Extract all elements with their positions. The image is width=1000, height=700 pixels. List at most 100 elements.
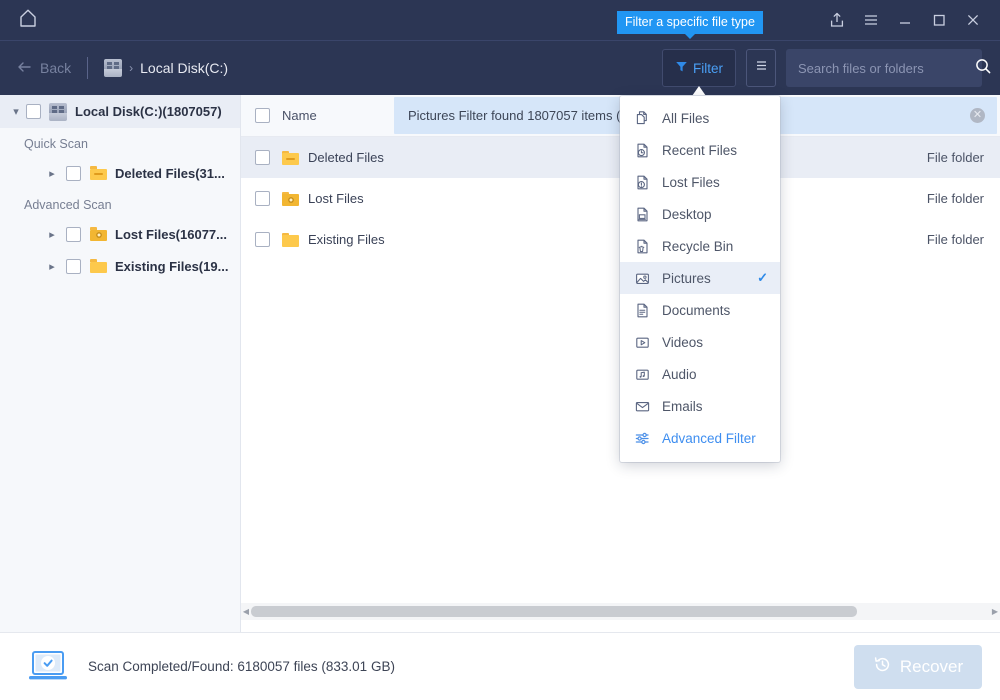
menu-item-label: Lost Files [662, 174, 720, 190]
search-box[interactable] [786, 49, 991, 87]
minimize-icon[interactable] [888, 0, 922, 40]
select-all-checkbox[interactable] [255, 108, 270, 123]
scrollbar-thumb[interactable] [251, 606, 857, 617]
sidebar-group-label-quick-scan: Quick Scan [24, 137, 88, 151]
sidebar-group-label-advanced-scan: Advanced Scan [24, 198, 112, 212]
search-input[interactable] [798, 60, 974, 76]
nav-divider [87, 57, 89, 79]
hamburger-menu-icon[interactable] [854, 0, 888, 40]
scan-complete-icon [24, 647, 72, 687]
mail-icon [634, 398, 651, 415]
sidebar-item-label: Lost Files(16077... [115, 226, 227, 242]
scrollbar-track[interactable] [251, 606, 990, 617]
row-type: File folder [926, 191, 984, 206]
file-alert-icon [634, 174, 651, 191]
menu-item-recycle-bin[interactable]: Recycle Bin [620, 230, 780, 262]
menu-item-desktop[interactable]: Desktop [620, 198, 780, 230]
chevron-right-icon[interactable]: ▸ [44, 260, 60, 273]
nav-actions: Filter [662, 49, 1000, 96]
menu-item-pictures[interactable]: Pictures ✓ [620, 262, 780, 294]
view-mode-button[interactable] [746, 49, 776, 87]
body-area: ▾ Local Disk(C:)(1807057) Quick Scan ▸ D… [0, 95, 1000, 632]
scroll-right-icon[interactable]: ▶ [990, 607, 1000, 616]
menu-item-label: Videos [662, 334, 704, 350]
tree-root-checkbox[interactable] [26, 104, 41, 119]
disk-drive-icon [49, 102, 67, 121]
filter-button[interactable]: Filter [662, 49, 736, 96]
image-icon [634, 270, 651, 287]
recover-history-icon [873, 655, 892, 679]
chevron-right-icon[interactable]: ▸ [44, 228, 60, 241]
scroll-left-icon[interactable]: ◀ [241, 607, 251, 616]
menu-item-emails[interactable]: Emails [620, 390, 780, 422]
tree-item-checkbox[interactable] [66, 165, 81, 181]
sidebar-item-lost-files[interactable]: ▸ Lost Files(16077... [0, 218, 240, 250]
horizontal-scrollbar[interactable]: ◀ ▶ [241, 603, 1000, 620]
sidebar-item-label: Deleted Files(31... [115, 165, 225, 181]
row-checkbox[interactable] [255, 232, 270, 247]
row-name: Existing Files [308, 232, 385, 247]
back-label: Back [40, 60, 72, 76]
menu-item-audio[interactable]: Audio [620, 358, 780, 390]
menu-item-videos[interactable]: Videos [620, 326, 780, 358]
row-name: Deleted Files [308, 150, 384, 165]
folder-icon [282, 232, 299, 247]
check-icon: ✓ [757, 270, 768, 285]
folder-lost-icon [90, 227, 107, 241]
menu-item-documents[interactable]: Documents [620, 294, 780, 326]
app-window: Filter a specific file type Back › Local… [0, 0, 1000, 700]
row-type: File folder [926, 232, 984, 247]
tree-item-checkbox[interactable] [66, 258, 81, 274]
disk-drive-icon [104, 59, 123, 77]
menu-item-label: Recycle Bin [662, 238, 734, 254]
breadcrumb-separator: › [129, 61, 134, 75]
sidebar-item-label: Existing Files(19... [115, 258, 229, 274]
banner-close-icon[interactable]: ✕ [970, 108, 985, 123]
sidebar-item-deleted-files[interactable]: ▸ Deleted Files(31... [0, 157, 240, 189]
folder-lost-icon [282, 191, 299, 206]
row-checkbox[interactable] [255, 150, 270, 165]
menu-item-label: Advanced Filter [662, 430, 756, 446]
chevron-right-icon[interactable]: ▸ [44, 167, 60, 180]
list-view-icon [754, 58, 769, 78]
filter-dropdown-menu: All Files Recent Files Lost Files Deskto… [620, 96, 780, 462]
menu-item-all-files[interactable]: All Files [620, 102, 780, 134]
menu-item-label: Pictures [662, 270, 711, 286]
folder-deleted-icon [282, 150, 299, 165]
file-trash-icon [634, 238, 651, 255]
row-name: Lost Files [308, 191, 364, 206]
search-icon[interactable] [974, 57, 992, 80]
window-controls [820, 0, 1000, 40]
menu-item-label: Documents [662, 302, 731, 318]
video-icon [634, 334, 651, 351]
arrow-left-icon [16, 60, 32, 77]
close-icon[interactable] [956, 0, 990, 40]
filter-button-label: Filter [693, 60, 723, 76]
tree-root-local-disk[interactable]: ▾ Local Disk(C:)(1807057) [0, 95, 240, 128]
menu-item-label: Audio [662, 366, 697, 382]
filter-tooltip: Filter a specific file type [617, 11, 763, 39]
chevron-down-icon[interactable]: ▾ [8, 105, 24, 118]
recover-button-label: Recover [899, 656, 964, 676]
back-button[interactable]: Back [16, 60, 71, 77]
menu-item-label: Recent Files [662, 142, 738, 158]
menu-item-label: Emails [662, 398, 703, 414]
tree-item-checkbox[interactable] [66, 226, 81, 242]
copy-files-icon [634, 110, 651, 127]
tree-root-label: Local Disk(C:)(1807057) [75, 104, 222, 119]
share-export-icon[interactable] [820, 0, 854, 40]
menu-item-recent-files[interactable]: Recent Files [620, 134, 780, 166]
menu-item-advanced-filter[interactable]: Advanced Filter [620, 422, 780, 454]
breadcrumb-item-local-disk[interactable]: Local Disk(C:) [140, 60, 228, 76]
document-icon [634, 302, 651, 319]
file-clock-icon [634, 142, 651, 159]
sliders-icon [634, 430, 651, 447]
home-button[interactable] [0, 0, 56, 40]
menu-item-lost-files[interactable]: Lost Files [620, 166, 780, 198]
sidebar-tree: ▾ Local Disk(C:)(1807057) Quick Scan ▸ D… [0, 95, 241, 632]
recover-button[interactable]: Recover [854, 644, 982, 689]
column-header-name[interactable]: Name [282, 108, 317, 123]
row-checkbox[interactable] [255, 191, 270, 206]
maximize-icon[interactable] [922, 0, 956, 40]
sidebar-item-existing-files[interactable]: ▸ Existing Files(19... [0, 250, 240, 282]
